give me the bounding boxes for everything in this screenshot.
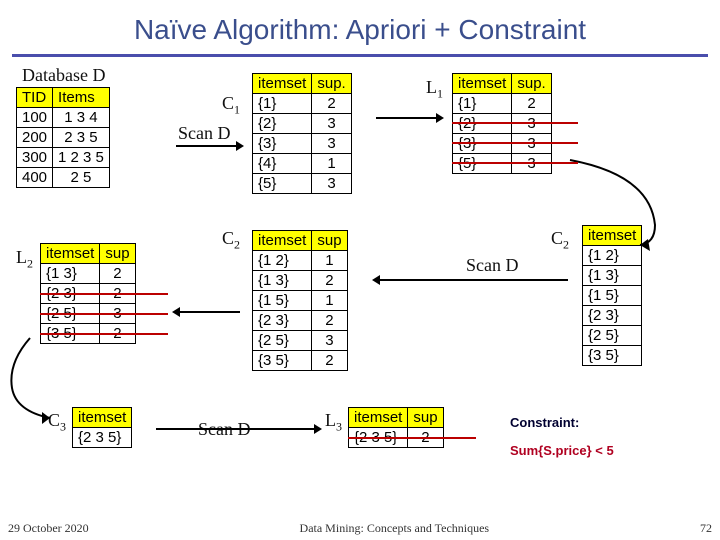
label-c2b: C2: [551, 228, 569, 253]
label-l2: L2: [16, 247, 33, 272]
table-database-d: TIDItems1001 3 42002 3 53001 2 3 54002 5: [16, 87, 110, 188]
label-database-d: Database D: [22, 65, 105, 86]
constraint-title: Constraint:: [510, 415, 579, 430]
strike-l3-235: [348, 437, 476, 439]
strike-l1-3: [452, 142, 578, 144]
label-c2a: C2: [222, 228, 240, 253]
footer-center: Data Mining: Concepts and Techniques: [300, 521, 490, 536]
label-scan-d-1: Scan D: [178, 123, 231, 144]
table-c1: itemsetsup.{1}2{2}3{3}3{4}1{5}3: [252, 73, 352, 194]
footer: 29 October 2020 Data Mining: Concepts an…: [0, 521, 720, 536]
table-c3: itemset{2 3 5}: [72, 407, 132, 448]
table-c2-sup: itemsetsup{1 2}1{1 3}2{1 5}1{2 3}2{2 5}3…: [252, 230, 348, 371]
title-underline: [12, 54, 708, 57]
strike-l1-5: [452, 162, 578, 164]
label-l3: L3: [325, 410, 342, 435]
page-title: Naïve Algorithm: Apriori + Constraint: [0, 0, 720, 54]
label-c1: C1: [222, 93, 240, 118]
footer-date: 29 October 2020: [8, 521, 89, 536]
diagram-stage: Database D C1 Scan D L1 C2 C2 Scan D L2 …: [0, 65, 720, 525]
label-c3: C3: [48, 410, 66, 435]
strike-l2-35: [40, 333, 168, 335]
label-scan-d-2: Scan D: [466, 255, 519, 276]
table-c2-items: itemset{1 2}{1 3}{1 5}{2 3}{2 5}{3 5}: [582, 225, 642, 366]
strike-l2-23: [40, 293, 168, 295]
strike-l2-25: [40, 313, 168, 315]
label-l1: L1: [426, 77, 443, 102]
constraint-rule: Sum{S.price} < 5: [510, 443, 614, 458]
table-l3: itemsetsup{2 3 5}2: [348, 407, 444, 448]
strike-l1-2: [452, 122, 578, 124]
slide-number: 72: [700, 521, 712, 536]
